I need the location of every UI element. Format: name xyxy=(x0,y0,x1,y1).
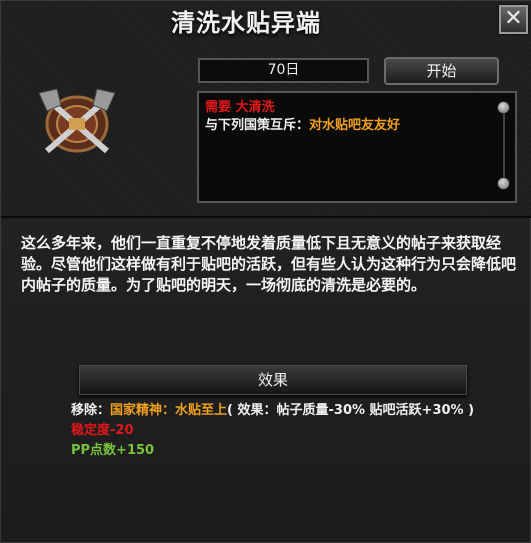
effect-remove-line: 移除：国家精神：水贴至上( 效果：帖子质量-30% 贴吧活跃+30% ) xyxy=(71,401,474,421)
close-button[interactable]: ✕ xyxy=(499,5,528,34)
remove-spirit-value: 水贴至上 xyxy=(175,403,228,418)
exclusive-line: 与下列国策互斥：对水贴吧友友好 xyxy=(205,117,400,135)
requirement-line: 需要 大清洗 xyxy=(205,99,400,117)
panel-title: 清洗水贴异端 xyxy=(171,9,321,37)
requirements-box: 需要 大清洗 与下列国策互斥：对水贴吧友友好 xyxy=(197,91,517,203)
start-button[interactable]: 开始 xyxy=(384,57,499,85)
effects-header: 效果 xyxy=(79,365,467,395)
effects-list: 移除：国家精神：水贴至上( 效果：帖子质量-30% 贴吧活跃+30% ) 稳定度… xyxy=(71,401,474,461)
exclusive-value: 对水贴吧友友好 xyxy=(309,118,401,133)
requirement-value: 大清洗 xyxy=(235,100,275,115)
focus-panel: 清洗水贴异端 ✕ 70日 开始 需要 大清洗 与下列国策互斥：对水贴吧友友好 这… xyxy=(0,0,531,543)
scroll-down-knob[interactable] xyxy=(497,177,510,190)
scroll-up-knob[interactable] xyxy=(497,101,510,114)
remove-spirit-label: 国家精神： xyxy=(110,403,176,418)
focus-description: 这么多年来，他们一直重复不停地发着质量低下且无意义的帖子来获取经验。尽管他们这样… xyxy=(21,234,517,294)
exclusive-label: 与下列国策互斥： xyxy=(205,118,310,133)
crossed-axes-shield-emblem-icon xyxy=(38,88,116,154)
remove-label: 移除： xyxy=(71,403,111,418)
scrollbar[interactable] xyxy=(496,99,512,195)
remove-detail: ( 效果：帖子质量-30% 贴吧活跃+30% ) xyxy=(227,403,475,418)
requirement-label: 需要 xyxy=(205,100,232,115)
pp-effect: PP点数+150 xyxy=(71,443,155,458)
duration-field: 70日 xyxy=(198,58,369,83)
scroll-track[interactable] xyxy=(503,109,505,187)
stability-effect: 稳定度-20 xyxy=(71,423,134,438)
requirements-text: 需要 大清洗 与下列国策互斥：对水贴吧友友好 xyxy=(205,99,400,135)
